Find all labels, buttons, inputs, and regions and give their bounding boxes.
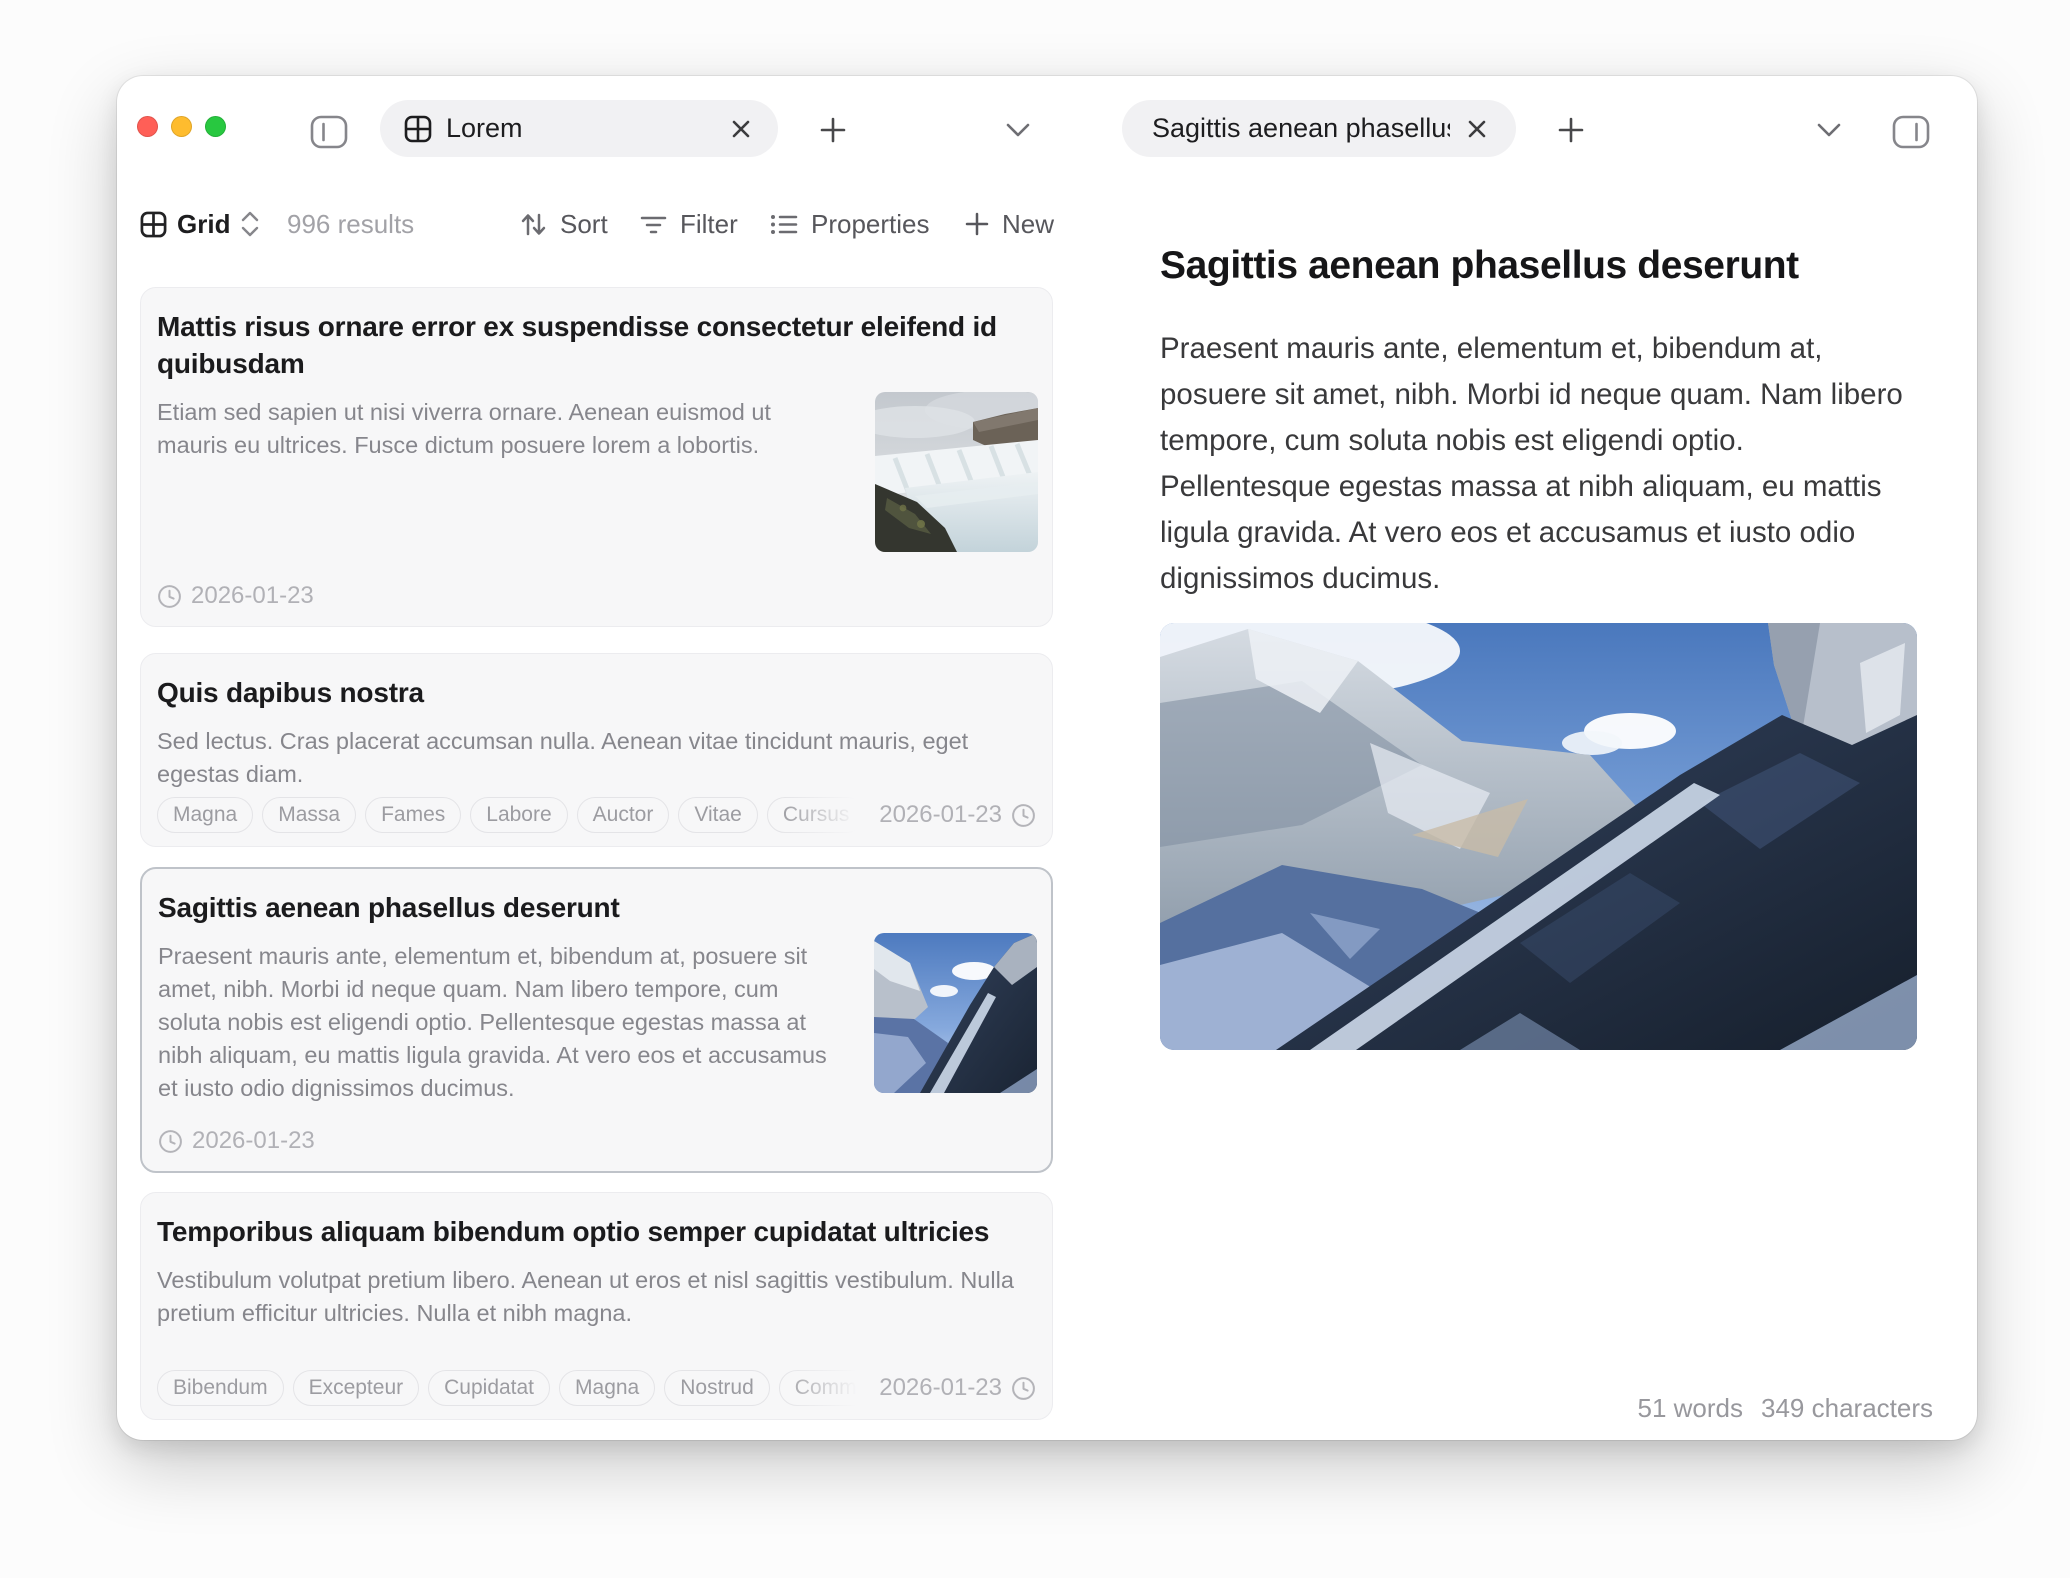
tag-pill[interactable]: Bibendum: [157, 1370, 284, 1406]
close-window-button[interactable]: [137, 116, 158, 137]
tag-pill[interactable]: Cupidatat: [428, 1370, 550, 1406]
note-title[interactable]: Sagittis aenean phasellus deserunt: [1160, 244, 1930, 288]
tag-pill[interactable]: Auctor: [577, 797, 670, 833]
mountain-photo: [1160, 623, 1917, 1050]
note-card[interactable]: Mattis risus ornare error ex suspendisse…: [140, 287, 1053, 627]
sort-label: Sort: [560, 209, 608, 240]
tag-pill[interactable]: Commodo: [779, 1370, 870, 1406]
grid-icon: [404, 115, 432, 143]
zoom-window-button[interactable]: [205, 116, 226, 137]
clock-icon: [157, 584, 182, 609]
chevron-up-down-icon: [240, 210, 260, 238]
close-icon: [1466, 118, 1488, 140]
note-card-thumbnail-waterfall: [875, 392, 1038, 552]
note-card-meta-row: BibendumExcepteurCupidatatMagnaNostrudCo…: [157, 1370, 1036, 1406]
window-controls: [137, 116, 226, 137]
tag-pill[interactable]: Massa: [262, 797, 356, 833]
character-count: 349 characters: [1761, 1393, 1933, 1424]
plus-icon: [818, 115, 848, 145]
tag-list: MagnaMassaFamesLabore AuctorVitaeCursus: [157, 797, 870, 833]
date-label: 2026-01-23: [191, 582, 314, 610]
list-toolbar: Grid 996 results Sort Filter: [117, 198, 1077, 250]
tag-pill[interactable]: Cursus: [767, 797, 866, 833]
word-count-bar: 51 words 349 characters: [1638, 1393, 1933, 1424]
plus-icon: [963, 210, 991, 238]
new-note-button[interactable]: New: [963, 198, 1054, 250]
note-card-meta-row: MagnaMassaFamesLabore AuctorVitaeCursus 20…: [157, 797, 1036, 833]
note-card-title: Quis dapibus nostra: [157, 674, 1036, 711]
new-tab-left-button[interactable]: [815, 112, 851, 148]
tag-pill[interactable]: Magna: [157, 797, 253, 833]
clock-icon: [1011, 803, 1036, 828]
note-body[interactable]: Praesent mauris ante, elementum et, bibe…: [1160, 326, 1922, 602]
properties-button[interactable]: Properties: [769, 198, 930, 250]
view-mode-label: Grid: [177, 209, 230, 240]
sidebar-right-icon: [1892, 115, 1930, 149]
new-label: New: [1002, 209, 1054, 240]
chevron-down-icon: [1816, 122, 1842, 138]
view-switcher[interactable]: Grid: [140, 198, 260, 250]
sort-arrows-icon: [519, 210, 548, 239]
properties-list-icon: [769, 210, 799, 239]
clock-icon: [158, 1129, 183, 1154]
note-card-snippet: Vestibulum volutpat pretium libero. Aene…: [157, 1264, 1036, 1330]
date-label: 2026-01-23: [192, 1127, 315, 1155]
tag-pill[interactable]: Labore: [470, 797, 567, 833]
close-tab-button[interactable]: [726, 114, 756, 144]
tab-overflow-right-button[interactable]: [1812, 114, 1846, 146]
close-tab-button[interactable]: [1462, 114, 1492, 144]
note-card[interactable]: Temporibus aliquam bibendum optio semper…: [140, 1192, 1053, 1420]
date-label: 2026-01-23: [879, 801, 1002, 829]
app-window: Lorem Sagittis aenean phasellus…: [117, 76, 1977, 1440]
tab-label: Sagittis aenean phasellus…: [1152, 113, 1450, 144]
tab-overflow-left-button[interactable]: [1001, 114, 1035, 146]
tab-lorem[interactable]: Lorem: [380, 100, 778, 157]
results-count: 996 results: [287, 198, 414, 250]
plus-icon: [1556, 115, 1586, 145]
sort-button[interactable]: Sort: [519, 198, 608, 250]
toggle-right-panel-button[interactable]: [1889, 112, 1933, 152]
sidebar-left-icon: [310, 115, 348, 149]
note-card-snippet: Sed lectus. Cras placerat accumsan nulla…: [157, 725, 1036, 791]
grid-icon: [140, 211, 167, 238]
note-card-title: Sagittis aenean phasellus deserunt: [158, 889, 1035, 926]
tab-label: Lorem: [446, 113, 712, 144]
date-label: 2026-01-23: [879, 1374, 1002, 1402]
note-card-title: Temporibus aliquam bibendum optio semper…: [157, 1213, 1036, 1250]
note-card-date: 2026-01-23: [157, 582, 314, 610]
note-card[interactable]: Sagittis aenean phasellus deseruntPraese…: [140, 867, 1053, 1173]
chevron-down-icon: [1005, 122, 1031, 138]
clock-icon: [1011, 1376, 1036, 1401]
tag-pill[interactable]: Magna: [559, 1370, 655, 1406]
tag-list: BibendumExcepteurCupidatatMagnaNostrudCo…: [157, 1370, 870, 1406]
properties-label: Properties: [811, 209, 930, 240]
note-card-date: 2026-01-23: [158, 1127, 315, 1155]
note-card-thumbnail-mountain: [874, 933, 1037, 1093]
note-card[interactable]: Quis dapibus nostra Sed lectus. Cras plac…: [140, 653, 1053, 847]
tag-pill[interactable]: Fames: [365, 797, 461, 833]
filter-icon: [639, 210, 668, 239]
word-count: 51 words: [1638, 1393, 1744, 1424]
toggle-left-sidebar-button[interactable]: [307, 112, 351, 152]
tag-pill[interactable]: Nostrud: [664, 1370, 770, 1406]
filter-button[interactable]: Filter: [639, 198, 738, 250]
filter-label: Filter: [680, 209, 738, 240]
minimize-window-button[interactable]: [171, 116, 192, 137]
close-icon: [730, 118, 752, 140]
new-tab-right-button[interactable]: [1553, 112, 1589, 148]
tag-pill[interactable]: Excepteur: [293, 1370, 420, 1406]
note-card-title: Mattis risus ornare error ex suspendisse…: [157, 308, 1036, 382]
tag-pill[interactable]: Vitae: [678, 797, 758, 833]
tab-sagittis[interactable]: Sagittis aenean phasellus…: [1122, 100, 1516, 157]
note-image[interactable]: [1160, 623, 1917, 1050]
